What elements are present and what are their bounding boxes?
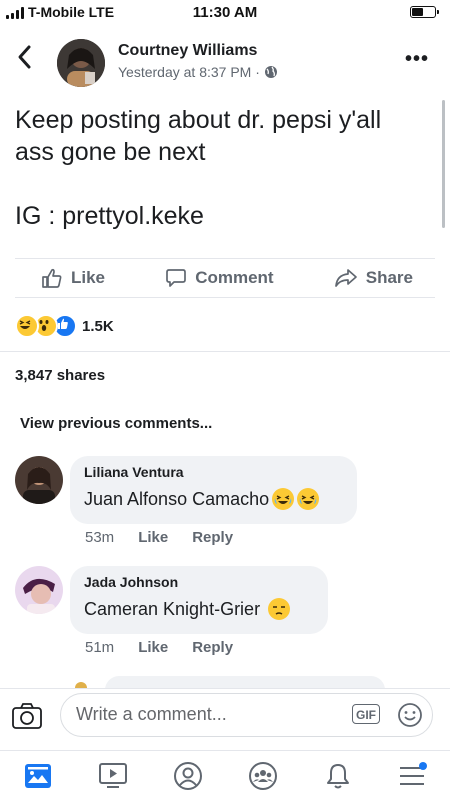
comment-time: 53m [85,529,115,546]
tab-news-feed[interactable] [20,758,56,794]
unamused-emoji [268,598,291,620]
notifications-icon [326,764,349,789]
commenter-avatar[interactable] [15,566,63,614]
share-label: Share [365,268,413,287]
profile-icon [173,762,202,790]
share-button[interactable]: Share [334,267,413,289]
shares-count[interactable]: 3,847 shares [15,367,105,384]
comment-bubble[interactable]: Jada Johnson Cameran Knight-Grier [70,566,328,634]
comment-bubble[interactable]: Liliana Ventura Juan Alfonso Camacho [70,456,357,524]
globe-icon [264,66,277,78]
commenter-name[interactable]: Jada Johnson [84,574,314,590]
thumbs-up-icon [42,268,62,288]
comment-text: Juan Alfonso Camacho [84,488,343,510]
like-label: Like [71,268,106,287]
menu-icon [399,762,427,785]
crying-emoji [272,488,295,510]
commenter-name[interactable]: Liliana Ventura [84,464,343,480]
view-previous-comments[interactable]: View previous comments... [20,415,212,432]
commenter-avatar[interactable] [15,456,63,504]
camera-icon [12,703,42,729]
gif-button[interactable]: GIF [352,704,380,724]
status-time: 11:30 AM [192,4,258,21]
comment-time: 51m [85,639,115,656]
author-avatar[interactable] [57,39,105,87]
tab-menu[interactable] [395,758,431,794]
camera-button[interactable] [11,700,43,732]
like-button[interactable]: Like [41,267,105,289]
reaction-count: 1.5K [82,317,114,335]
more-options-button[interactable]: ••• [405,48,429,71]
haha-emoji [15,314,39,338]
comment-text-content: Juan Alfonso Camacho [84,488,270,509]
comment-text: Cameran Knight-Grier [84,598,314,620]
sticker-button[interactable] [397,702,423,728]
tab-notifications[interactable] [320,758,356,794]
author-name[interactable]: Courtney Williams [118,42,257,60]
battery-icon [410,6,439,18]
comment-meta: 53m Like Reply [85,529,233,546]
crying-emoji [297,488,320,510]
tab-groups[interactable] [245,758,281,794]
comment-reply-button[interactable]: Reply [192,529,233,546]
chevron-left-icon [18,45,31,69]
news-feed-icon [24,764,51,788]
comment-like-button[interactable]: Like [138,639,168,656]
post-meta: Yesterday at 8:37 PM · [118,64,278,80]
tab-watch[interactable] [95,758,131,794]
comment-button[interactable]: Comment [165,267,274,289]
post-timestamp[interactable]: Yesterday at 8:37 PM · [118,64,260,80]
status-bar: T-Mobile LTE 11:30 AM [0,0,450,26]
comment-meta: 51m Like Reply [85,639,233,656]
comment-icon [166,269,187,287]
share-arrow-icon [334,269,357,287]
smiley-icon [398,703,422,727]
watch-icon [98,763,127,788]
post-text: Keep posting about dr. pepsi y'all ass g… [15,106,382,230]
comment-like-button[interactable]: Like [138,529,168,546]
comment-label: Comment [195,268,274,287]
comment-text-content: Cameran Knight-Grier [84,598,261,619]
tab-bar [0,750,450,801]
comment-input-placeholder: Write a comment... [76,704,227,724]
groups-icon [248,762,277,790]
post-action-bar: Like Comment Share [15,258,435,298]
comment-reply-button[interactable]: Reply [192,639,233,656]
reactions-summary[interactable]: 1.5K [15,314,114,338]
tab-profile[interactable] [170,758,206,794]
scrollbar[interactable] [442,100,445,228]
back-button[interactable] [14,42,44,82]
divider [0,351,450,352]
